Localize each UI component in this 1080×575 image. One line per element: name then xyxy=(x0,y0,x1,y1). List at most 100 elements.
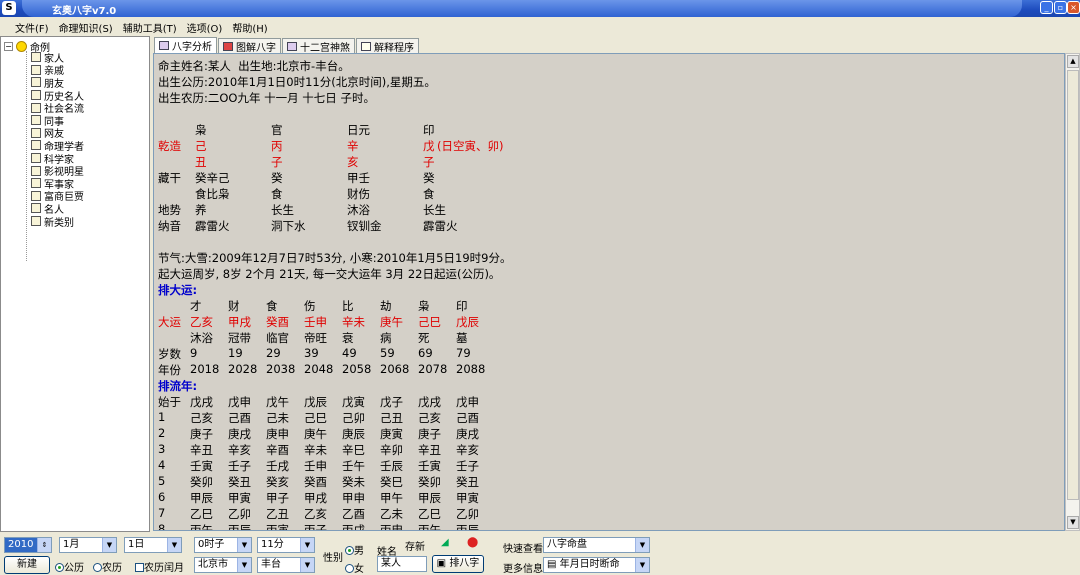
folder-icon xyxy=(31,178,41,189)
qianzao-label: 乾造 xyxy=(158,139,181,153)
quickview-select[interactable]: 八字命盘 ▼ xyxy=(543,537,650,553)
list-icon: ▤ xyxy=(547,559,560,570)
analysis-icon xyxy=(159,41,169,50)
dayun-cell: 帝旺 xyxy=(304,331,327,345)
tab-label: 图解八字 xyxy=(236,42,276,54)
chevron-down-icon[interactable]: ▼ xyxy=(237,558,251,572)
tab-explain[interactable]: 解释程序 xyxy=(356,38,419,54)
dayun-cell: 死 xyxy=(418,331,430,345)
close-icon[interactable]: × xyxy=(1067,1,1080,14)
title-tab xyxy=(22,0,1022,17)
dayun-cell: 2048 xyxy=(304,362,334,376)
liunian-cell: 庚寅 xyxy=(380,427,403,441)
female-label: 女 xyxy=(354,564,364,575)
male-radio[interactable]: 男 xyxy=(345,542,364,557)
menu-help[interactable]: 帮助(H) xyxy=(227,19,272,35)
dayun-cell: 2068 xyxy=(380,362,410,376)
liunian-cell: 丙午 xyxy=(190,523,213,531)
dayun-cell: 临官 xyxy=(266,331,289,345)
liunian-cell: 甲辰 xyxy=(418,491,441,505)
scroll-up-icon[interactable]: ▲ xyxy=(1067,55,1079,68)
scroll-thumb[interactable] xyxy=(1067,70,1079,500)
restore-icon[interactable]: ▫ xyxy=(1054,1,1067,14)
more-info-select[interactable]: ▤ 年月日时断命 ▼ xyxy=(543,557,650,573)
paibazi-button[interactable]: ▣ 排八字 xyxy=(432,555,484,573)
tab-bazi-diagram[interactable]: 图解八字 xyxy=(218,38,281,54)
report-panel[interactable]: 命主姓名:某人 出生地:北京市-丰台。 出生公历:2010年1月1日0时11分(… xyxy=(153,53,1065,531)
chevron-down-icon[interactable]: ▼ xyxy=(237,538,251,552)
liunian-cell: 乙丑 xyxy=(266,507,289,521)
vertical-scrollbar[interactable]: ▲ ▼ xyxy=(1065,53,1080,531)
case-tree[interactable]: − 命例 家人 亲戚 朋友 历史名人 社会名流 同事 网友 命理学者 科学家 影… xyxy=(0,36,150,532)
liunian-cell: 己酉 xyxy=(228,411,251,425)
scroll-down-icon[interactable]: ▼ xyxy=(1067,516,1079,529)
liunian-cell: 乙卯 xyxy=(228,507,251,521)
dayun-cell: 9 xyxy=(190,346,198,360)
liunian-cell: 庚申 xyxy=(266,427,289,441)
year-spinner[interactable]: 2010 ⇕ xyxy=(4,537,52,553)
dayun-cell: 39 xyxy=(304,346,319,360)
dayun-cell: 19 xyxy=(228,346,243,360)
pillar-dishi: 沐浴 xyxy=(347,203,370,217)
chevron-down-icon[interactable]: ▼ xyxy=(300,558,314,572)
liunian-cell: 癸未 xyxy=(342,475,365,489)
liunian-cell: 辛丑 xyxy=(418,443,441,457)
menu-options[interactable]: 选项(O) xyxy=(182,19,228,35)
liunian-row-label: 始于 xyxy=(158,395,181,409)
district-value: 丰台 xyxy=(261,559,281,570)
menu-tools[interactable]: 辅助工具(T) xyxy=(118,19,182,35)
liunian-cell: 己亥 xyxy=(418,411,441,425)
chevron-down-icon[interactable]: ▼ xyxy=(102,538,116,552)
liunian-cell: 己卯 xyxy=(342,411,365,425)
liunian-row-label: 4 xyxy=(158,458,166,472)
tab-label: 八字分析 xyxy=(172,42,212,53)
district-select[interactable]: 丰台 ▼ xyxy=(257,557,315,573)
checkbox-icon xyxy=(135,563,144,572)
month-select[interactable]: 1月 ▼ xyxy=(59,537,117,553)
leap-month-checkbox[interactable]: 农历闰月 xyxy=(135,559,184,574)
pillar-canggan-shen: 食比枭 xyxy=(195,187,230,201)
name-input[interactable]: 某人 xyxy=(377,556,427,572)
liunian-cell: 丙寅 xyxy=(266,523,289,531)
menu-file[interactable]: 文件(F) xyxy=(10,19,54,35)
liunian-cell: 辛卯 xyxy=(380,443,403,457)
folder-icon xyxy=(31,115,41,126)
nongli-radio[interactable]: 农历 xyxy=(93,559,122,574)
chevron-down-icon[interactable]: ▼ xyxy=(635,538,649,552)
chevron-down-icon[interactable]: ▼ xyxy=(300,538,314,552)
liunian-row-label: 7 xyxy=(158,506,166,520)
liunian-cell: 丙戌 xyxy=(342,523,365,531)
dayun-cell: 壬申 xyxy=(304,315,327,329)
tab-label: 十二宫神煞 xyxy=(300,42,350,54)
minute-select[interactable]: 11分 ▼ xyxy=(257,537,315,553)
document-icon xyxy=(361,41,371,51)
minimize-icon[interactable]: _ xyxy=(1040,1,1053,14)
app-icon[interactable]: S xyxy=(2,1,16,15)
tab-twelve-palaces[interactable]: 十二宫神煞 xyxy=(282,38,355,54)
hour-select[interactable]: 0时子 ▼ xyxy=(194,537,252,553)
collapse-icon[interactable]: − xyxy=(4,42,13,51)
dayun-cell: 辛未 xyxy=(342,315,365,329)
tab-bazi-analysis[interactable]: 八字分析 xyxy=(154,37,217,53)
dayun-cell: 才 xyxy=(190,299,202,313)
tab-label: 解释程序 xyxy=(374,42,414,54)
dayun-row-label: 年份 xyxy=(158,363,181,377)
liunian-cell: 壬寅 xyxy=(190,459,213,473)
folder-icon xyxy=(31,90,41,101)
tree-item[interactable]: 新类别 xyxy=(31,215,74,229)
day-select[interactable]: 1日 ▼ xyxy=(124,537,182,553)
pillar-nayin: 钗钏金 xyxy=(347,219,382,233)
chevron-down-icon[interactable]: ▼ xyxy=(635,558,649,572)
liunian-cell: 甲申 xyxy=(342,491,365,505)
stop-icon[interactable]: ⬤ xyxy=(467,537,478,548)
menu-knowledge[interactable]: 命理知识(S) xyxy=(54,19,118,35)
gongli-radio[interactable]: 公历 xyxy=(55,559,84,574)
chevron-down-icon[interactable]: ▼ xyxy=(167,538,181,552)
new-button[interactable]: 新建 xyxy=(4,556,50,574)
liunian-cell: 庚辰 xyxy=(342,427,365,441)
female-radio[interactable]: 女 xyxy=(345,560,364,575)
flag-icon[interactable]: ◢ xyxy=(441,537,449,548)
city-select[interactable]: 北京市 ▼ xyxy=(194,557,252,573)
liunian-cell: 乙巳 xyxy=(190,507,213,521)
spin-icon[interactable]: ⇕ xyxy=(37,538,51,552)
